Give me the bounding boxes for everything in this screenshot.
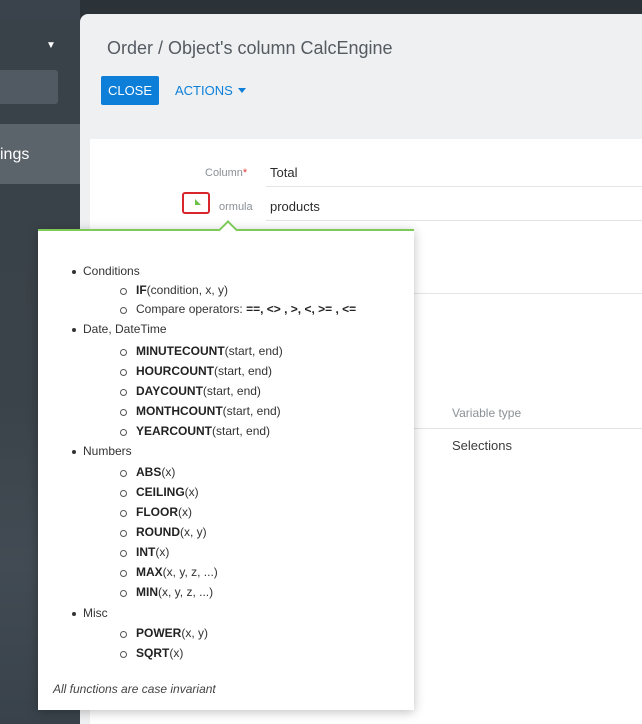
required-marker: *: [242, 167, 248, 179]
function-round: ROUND(x, y): [120, 525, 207, 539]
category-conditions: Conditions: [72, 264, 140, 278]
category-numbers: Numbers: [72, 444, 132, 458]
function-int: INT(x): [119, 545, 170, 559]
column-label: Column*: [205, 167, 248, 179]
function-max: MAX(x, y, z, ...): [120, 565, 218, 579]
function-abs: ABS(x): [119, 465, 176, 479]
formula-help-popover: Conditions IF(condition, x, y) Compare o…: [38, 220, 414, 710]
sidebar-topbar: [0, 0, 80, 20]
section-divider: [414, 293, 642, 294]
caret-down-icon: [237, 88, 246, 93]
close-button[interactable]: CLOSE: [101, 76, 159, 105]
help-flag-icon: [195, 199, 201, 205]
category-date: Date, DateTime: [72, 322, 167, 336]
category-misc: Misc: [72, 606, 108, 620]
variable-type-header: Variable type: [452, 406, 522, 420]
function-monthcount: MONTHCOUNT(start, end): [120, 404, 281, 418]
formula-field-underline: [266, 220, 642, 221]
formula-help-icon[interactable]: [182, 192, 210, 214]
formula-label: ormula: [219, 201, 253, 213]
function-if: IF(condition, x, y): [119, 283, 229, 297]
page-title: Order / Object's column CalcEngine: [107, 38, 393, 58]
column-field[interactable]: Total: [270, 165, 297, 180]
function-sqrt: SQRT(x): [119, 646, 184, 660]
actions-label: ACTIONS: [175, 83, 233, 98]
function-ceiling: CEILING(x): [120, 485, 199, 499]
function-floor: FLOOR(x): [120, 505, 192, 519]
variable-type-divider: [414, 428, 642, 429]
function-yearcount: YEARCOUNT(start, end): [119, 424, 271, 438]
variable-type-cell: Selections: [452, 438, 512, 453]
sidebar-search-input[interactable]: [0, 70, 58, 104]
function-daycount: DAYCOUNT(start, end): [120, 384, 261, 398]
function-power: POWER(x, y): [119, 626, 209, 640]
function-minutecount: MINUTECOUNT(start, end): [120, 344, 283, 358]
help-footnote: All functions are case invariant: [53, 682, 216, 696]
actions-dropdown[interactable]: ACTIONS: [175, 76, 246, 105]
compare-operators: Compare operators: ==, <> , >, <, >= , <…: [119, 302, 357, 316]
function-hourcount: HOURCOUNT(start, end): [119, 364, 273, 378]
formula-field[interactable]: products: [270, 199, 320, 214]
chevron-down-icon[interactable]: ▼: [46, 40, 56, 51]
function-min: MIN(x, y, z, ...): [119, 585, 214, 599]
sidebar-item-label: ings: [0, 146, 30, 163]
column-field-underline: [266, 186, 642, 187]
